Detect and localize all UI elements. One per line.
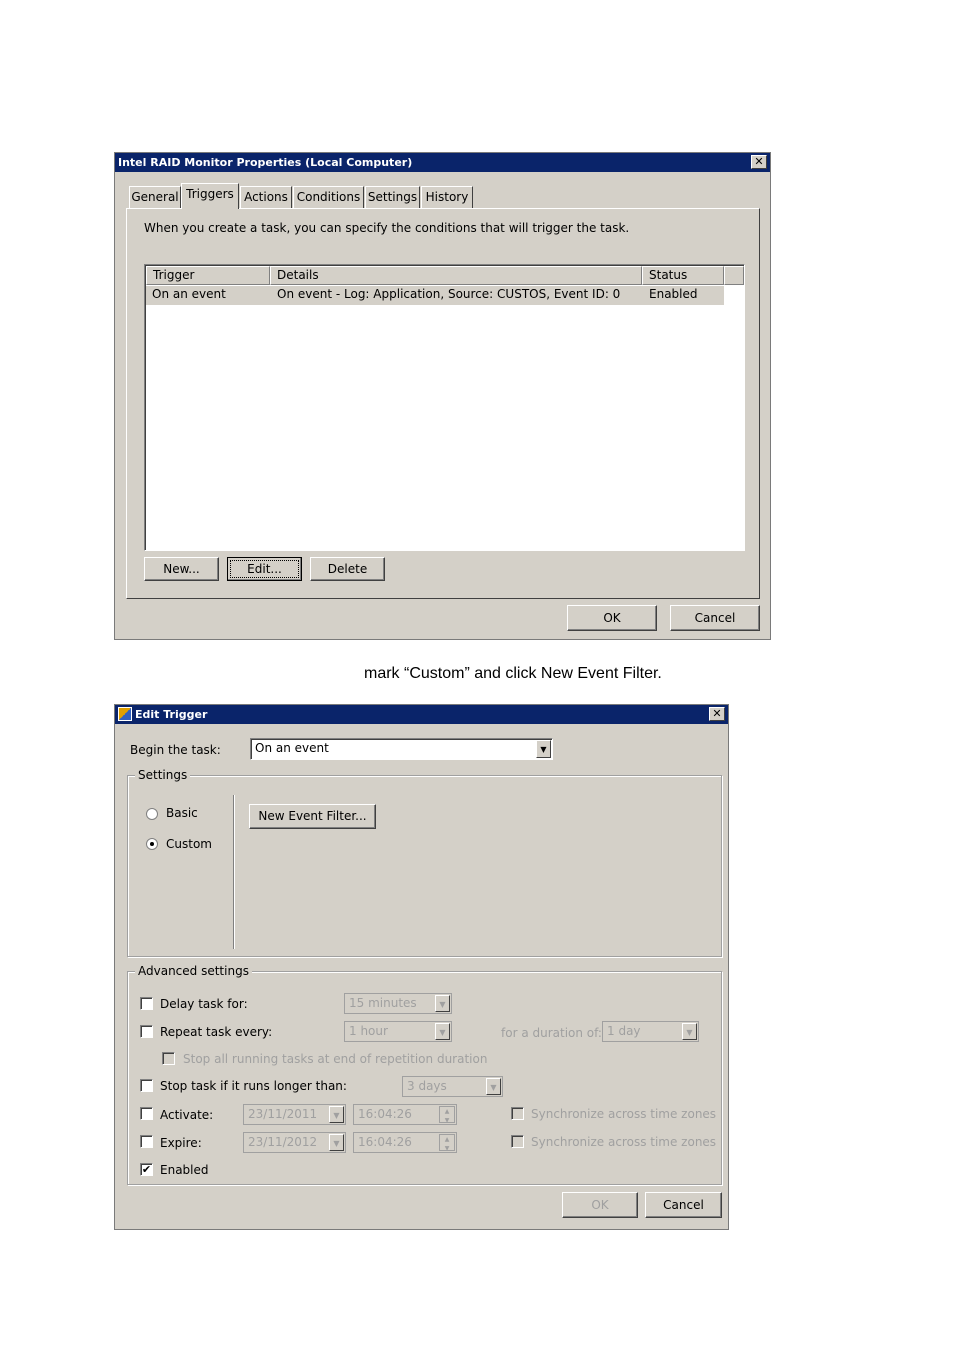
- expire-date-picker[interactable]: 23/11/2012 ▼: [243, 1132, 346, 1153]
- settings-group-label: Settings: [135, 768, 191, 782]
- enabled-label: Enabled: [160, 1163, 209, 1177]
- tab-actions[interactable]: Actions: [240, 186, 292, 208]
- custom-radio[interactable]: [146, 838, 158, 850]
- task-properties-dialog: Intel RAID Monitor Properties (Local Com…: [114, 152, 771, 640]
- edit-trigger-dialog: Edit Trigger ✕ Begin the task: On an eve…: [114, 704, 729, 1230]
- repeat-select[interactable]: 1 hour ▼: [344, 1021, 452, 1042]
- activate-sync-label: Synchronize across time zones: [531, 1107, 717, 1121]
- column-header-filler: [724, 266, 744, 285]
- advanced-settings-label: Advanced settings: [135, 964, 252, 978]
- activate-time-picker[interactable]: 16:04:26 ▲ ▼: [353, 1104, 457, 1125]
- spinner-icon: ▲ ▼: [439, 1106, 455, 1124]
- stop-longer-select[interactable]: 3 days ▼: [402, 1076, 503, 1097]
- expire-label: Expire:: [160, 1136, 202, 1150]
- tab-conditions[interactable]: Conditions: [293, 186, 364, 208]
- dialog-title: Edit Trigger: [135, 708, 208, 721]
- delay-label: Delay task for:: [160, 997, 248, 1011]
- activate-label: Activate:: [160, 1108, 214, 1122]
- dialog-titlebar[interactable]: Intel RAID Monitor Properties (Local Com…: [115, 153, 770, 172]
- stop-longer-checkbox[interactable]: [140, 1079, 153, 1092]
- row-details: On event - Log: Application, Source: CUS…: [277, 287, 621, 301]
- scheduler-icon: [118, 707, 132, 721]
- basic-radio[interactable]: [146, 808, 158, 820]
- delay-select[interactable]: 15 minutes ▼: [344, 993, 452, 1014]
- column-header-details[interactable]: Details: [270, 266, 642, 285]
- chevron-down-icon: ▼: [329, 1106, 344, 1123]
- new-event-filter-button[interactable]: New Event Filter...: [249, 804, 376, 829]
- ok-button[interactable]: OK: [567, 605, 657, 631]
- repeat-label: Repeat task every:: [160, 1025, 273, 1039]
- row-trigger: On an event: [152, 287, 226, 301]
- chevron-down-icon: ▼: [435, 995, 450, 1012]
- cancel-button[interactable]: Cancel: [670, 605, 760, 631]
- activate-sync-checkbox[interactable]: [511, 1107, 524, 1120]
- begin-task-select[interactable]: On an event ▼: [250, 738, 553, 760]
- dialog-titlebar[interactable]: Edit Trigger: [115, 705, 728, 724]
- stop-all-label: Stop all running tasks at end of repetit…: [183, 1052, 488, 1066]
- chevron-down-icon[interactable]: ▼: [536, 740, 551, 758]
- tab-settings[interactable]: Settings: [365, 186, 420, 208]
- chevron-down-icon: ▼: [329, 1134, 344, 1151]
- tab-history[interactable]: History: [421, 186, 473, 208]
- radio-selected-dot: [150, 842, 154, 846]
- triggers-panel: When you create a task, you can specify …: [126, 208, 760, 599]
- row-status: Enabled: [649, 287, 698, 301]
- close-icon[interactable]: ✕: [751, 155, 767, 169]
- instruction-caption: mark “Custom” and click New Event Filter…: [364, 665, 662, 682]
- expire-sync-label: Synchronize across time zones: [531, 1135, 717, 1149]
- table-row[interactable]: On an event On event - Log: Application,…: [146, 286, 724, 305]
- chevron-down-icon: ▼: [682, 1023, 697, 1040]
- activate-checkbox[interactable]: [140, 1107, 153, 1120]
- tab-general[interactable]: General: [129, 186, 181, 208]
- stop-longer-label: Stop task if it runs longer than:: [160, 1079, 347, 1093]
- new-trigger-button[interactable]: New...: [144, 557, 219, 581]
- dialog-title: Intel RAID Monitor Properties (Local Com…: [118, 156, 413, 169]
- delete-trigger-button[interactable]: Delete: [310, 557, 385, 581]
- custom-label[interactable]: Custom: [166, 837, 212, 851]
- basic-label[interactable]: Basic: [166, 806, 198, 820]
- triggers-list[interactable]: Trigger Details Status On an event On ev…: [144, 264, 745, 551]
- expire-checkbox[interactable]: [140, 1135, 153, 1148]
- edit-trigger-button[interactable]: Edit...: [227, 557, 302, 581]
- duration-label: for a duration of:: [501, 1026, 602, 1040]
- expire-time-picker[interactable]: 16:04:26 ▲ ▼: [353, 1132, 457, 1153]
- stop-all-checkbox[interactable]: [162, 1052, 175, 1065]
- tab-triggers[interactable]: Triggers: [181, 183, 239, 209]
- expire-sync-checkbox[interactable]: [511, 1135, 524, 1148]
- check-icon: ✔: [141, 1163, 152, 1176]
- settings-group: [127, 775, 722, 957]
- delay-checkbox[interactable]: [140, 997, 153, 1010]
- begin-task-label: Begin the task:: [130, 743, 221, 757]
- enabled-checkbox[interactable]: ✔: [140, 1163, 153, 1176]
- duration-select[interactable]: 1 day ▼: [602, 1021, 699, 1042]
- repeat-checkbox[interactable]: [140, 1025, 153, 1038]
- cancel-button[interactable]: Cancel: [645, 1192, 722, 1218]
- settings-divider: [233, 795, 235, 949]
- column-header-trigger[interactable]: Trigger: [146, 266, 270, 285]
- close-icon[interactable]: ✕: [709, 707, 725, 721]
- triggers-description: When you create a task, you can specify …: [144, 221, 630, 235]
- spinner-icon: ▲ ▼: [439, 1134, 455, 1152]
- column-header-status[interactable]: Status: [642, 266, 724, 285]
- chevron-down-icon: ▼: [486, 1078, 501, 1095]
- chevron-down-icon: ▼: [435, 1023, 450, 1040]
- activate-date-picker[interactable]: 23/11/2011 ▼: [243, 1104, 346, 1125]
- ok-button[interactable]: OK: [562, 1192, 638, 1218]
